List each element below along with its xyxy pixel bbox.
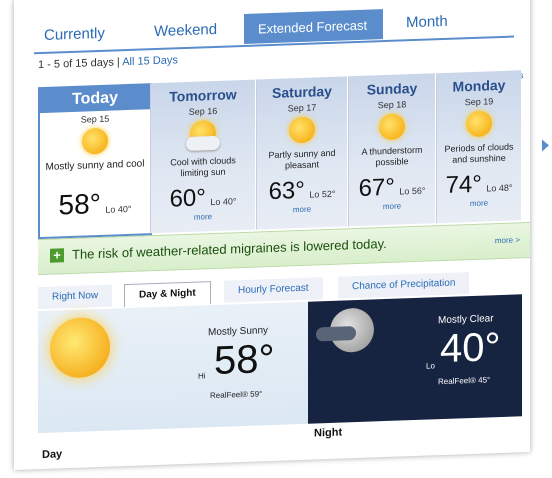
low-temp: Lo 56° xyxy=(399,185,426,197)
banner-text: The risk of weather-related migraines is… xyxy=(72,235,387,262)
tab-weekend[interactable]: Weekend xyxy=(154,21,217,40)
tab-currently[interactable]: Currently xyxy=(44,25,105,44)
day-date: Sep 15 xyxy=(80,113,110,125)
tab-extended-forecast[interactable]: Extended Forecast xyxy=(244,9,384,44)
partly-sunny-icon xyxy=(289,116,315,144)
night-condition: Mostly Clear xyxy=(438,313,494,327)
day-card-sunday[interactable]: Sunday Sep 18 A thunderstorm possible 67… xyxy=(348,73,435,227)
day-name: Today xyxy=(40,83,150,114)
lo-label: Lo xyxy=(426,361,435,371)
high-temp: 74° xyxy=(445,170,482,199)
sunny-icon xyxy=(82,127,108,155)
low-temp: Lo 40° xyxy=(210,196,237,208)
high-temp: 58° xyxy=(58,187,101,221)
range-text: 1 - 5 of 15 days xyxy=(38,56,114,72)
night-label: Night xyxy=(314,426,343,440)
day-name: Monday xyxy=(452,76,506,95)
tab-right-now[interactable]: Right Now xyxy=(38,284,113,310)
tab-day-and-night[interactable]: Day & Night xyxy=(124,281,211,308)
day-name: Tomorrow xyxy=(169,86,237,105)
day-card-today[interactable]: Today Sep 15 Mostly sunny and cool 58° L… xyxy=(38,83,152,240)
day-name: Sunday xyxy=(366,79,418,98)
day-date: Sep 16 xyxy=(188,105,218,117)
day-temp: 58° xyxy=(214,336,275,384)
night-panel: Mostly Clear Lo 40° RealFeel® 45° Night xyxy=(308,294,522,440)
day-desc: Partly sunny and pleasant xyxy=(268,147,336,171)
hi-label: Hi xyxy=(198,371,206,381)
tab-month[interactable]: Month xyxy=(406,13,448,31)
low-temp: Lo 48° xyxy=(486,182,513,194)
night-realfeel: RealFeel® 45° xyxy=(438,375,491,387)
banner-more-link[interactable]: more > xyxy=(495,235,520,245)
day-date: Sep 18 xyxy=(377,99,407,111)
day-date: Sep 19 xyxy=(464,96,494,108)
daily-forecast-cards: Today Sep 15 Mostly sunny and cool 58° L… xyxy=(38,70,549,242)
day-panel: Mostly Sunny Hi 58° RealFeel® 59° Day xyxy=(38,301,308,461)
tab-hourly-forecast[interactable]: Hourly Forecast xyxy=(224,277,323,303)
weather-screenshot-frame: Currently Weekend Extended Forecast Mont… xyxy=(14,0,549,470)
day-name: Saturday xyxy=(272,82,332,101)
separator: | xyxy=(116,56,120,69)
next-arrow-icon[interactable] xyxy=(542,139,549,152)
sun-icon xyxy=(50,316,110,379)
day-label: Day xyxy=(42,448,63,462)
day-desc: Mostly sunny and cool xyxy=(45,158,145,173)
cloud-icon xyxy=(186,135,220,151)
partly-cloudy-icon xyxy=(466,110,492,138)
low-temp: Lo 40° xyxy=(105,203,132,215)
day-date: Sep 17 xyxy=(287,102,317,114)
day-card-saturday[interactable]: Saturday Sep 17 Partly sunny and pleasan… xyxy=(256,76,347,230)
range-header: 1 - 5 of 15 days | All 15 Days xyxy=(38,54,178,71)
day-condition: Mostly Sunny xyxy=(208,325,269,339)
low-temp: Lo 52° xyxy=(309,188,336,200)
high-temp: 63° xyxy=(268,176,305,206)
day-desc: Periods of clouds and sunshine xyxy=(444,141,514,165)
health-plus-icon: + xyxy=(50,247,64,263)
night-temp: 40° xyxy=(440,325,501,372)
day-desc: A thunderstorm possible xyxy=(361,144,423,168)
day-desc: Cool with clouds limiting sun xyxy=(170,155,236,179)
cloud-icon xyxy=(316,326,356,342)
all-15-days-link[interactable]: All 15 Days xyxy=(122,54,178,68)
thunderstorm-icon xyxy=(379,113,405,141)
day-card-monday[interactable]: Monday Sep 19 Periods of clouds and suns… xyxy=(436,70,521,224)
day-realfeel: RealFeel® 59° xyxy=(210,389,263,401)
high-temp: 67° xyxy=(358,173,395,202)
day-card-tomorrow[interactable]: Tomorrow Sep 16 Cool with clouds limitin… xyxy=(150,79,255,234)
tab-chance-of-precipitation[interactable]: Chance of Precipitation xyxy=(338,272,470,299)
high-temp: 60° xyxy=(169,184,206,213)
